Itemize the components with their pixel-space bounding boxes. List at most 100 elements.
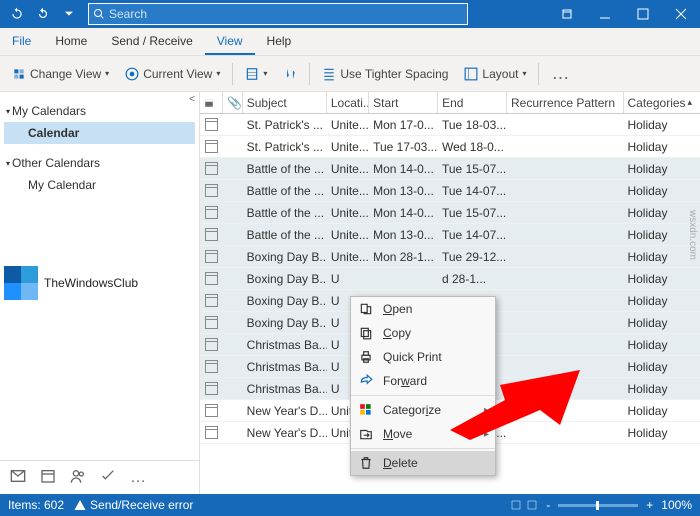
tasks-icon[interactable] — [100, 468, 116, 487]
sidebar-item-calendar[interactable]: Calendar — [4, 122, 195, 144]
mail-icon[interactable] — [10, 468, 26, 487]
row-attach — [223, 136, 242, 157]
search-placeholder: Search — [109, 7, 147, 21]
row-location: Unite... — [327, 246, 369, 267]
col-end[interactable]: End — [438, 92, 507, 113]
ctx-label: Open — [383, 302, 412, 316]
warning-icon — [74, 499, 86, 511]
collapse-pane-icon[interactable]: < — [189, 94, 195, 105]
col-categories[interactable]: Categories▴ — [624, 92, 700, 113]
row-subject: St. Patrick's ... — [243, 114, 327, 135]
reverse-button[interactable] — [277, 65, 303, 83]
ctx-move[interactable]: Move ▸ — [351, 422, 495, 446]
ctx-copy[interactable]: Copy — [351, 321, 495, 345]
row-attach — [223, 158, 242, 179]
row-subject: St. Patrick's ... — [243, 136, 327, 157]
row-recurrence — [507, 246, 624, 267]
sort-button[interactable]: ▾ — [239, 65, 273, 83]
current-view-label: Current View — [143, 67, 212, 81]
menu-help[interactable]: Help — [255, 28, 304, 55]
table-row[interactable]: Boxing Day B...Ud 28-1...Holiday — [200, 268, 700, 290]
col-start[interactable]: Start — [369, 92, 438, 113]
minimize-icon[interactable] — [586, 0, 624, 28]
menu-home[interactable]: Home — [43, 28, 99, 55]
ctx-forward[interactable]: Forward — [351, 369, 495, 393]
sidebar-group-my-calendars[interactable]: ▾ My Calendars — [4, 100, 195, 122]
menu-file[interactable]: File — [0, 28, 43, 55]
zoom-slider[interactable] — [558, 504, 638, 507]
col-icon[interactable] — [200, 92, 223, 113]
table-row[interactable]: St. Patrick's ...Unite...Tue 17-03...Wed… — [200, 136, 700, 158]
chevron-down-icon: ▾ — [522, 69, 526, 78]
ribbon-bar: Change View ▾ Current View ▾ ▾ Use Tight… — [0, 56, 700, 92]
chevron-down-icon: ▾ — [6, 107, 10, 116]
menu-view[interactable]: View — [205, 28, 255, 55]
logo-icon — [4, 266, 38, 300]
categorize-icon — [357, 403, 375, 417]
col-location[interactable]: Locati... — [327, 92, 369, 113]
search-box[interactable]: Search — [88, 3, 468, 25]
ribbon-display-icon[interactable] — [548, 0, 586, 28]
row-attach — [223, 268, 242, 289]
undo-icon[interactable] — [32, 3, 54, 25]
dropdown-icon[interactable] — [58, 3, 80, 25]
people-icon[interactable] — [70, 468, 86, 487]
row-subject: Boxing Day B... — [243, 246, 327, 267]
menu-send-receive[interactable]: Send / Receive — [99, 28, 204, 55]
row-subject: Christmas Ba... — [243, 378, 327, 399]
row-type-icon — [200, 114, 223, 135]
status-error[interactable]: Send/Receive error — [74, 498, 193, 512]
col-attachment-icon[interactable]: 📎 — [223, 92, 242, 113]
layout-button[interactable]: Layout ▾ — [458, 65, 532, 83]
navigation-bar: … — [0, 460, 199, 494]
sync-icon-2[interactable] — [526, 499, 538, 511]
row-attach — [223, 202, 242, 223]
col-subject[interactable]: Subject — [243, 92, 327, 113]
menu-bar: File Home Send / Receive View Help — [0, 28, 700, 56]
zoom-thumb[interactable] — [596, 501, 599, 510]
sidebar-item-my-calendar[interactable]: My Calendar — [4, 174, 195, 196]
sync-icon[interactable] — [510, 499, 522, 511]
more-commands-button[interactable]: … — [545, 63, 577, 84]
row-attach — [223, 114, 242, 135]
ctx-quick-print[interactable]: Quick Print — [351, 345, 495, 369]
ctx-delete[interactable]: Delete — [351, 451, 495, 475]
close-icon[interactable] — [662, 0, 700, 28]
row-recurrence — [507, 202, 624, 223]
table-row[interactable]: St. Patrick's ...Unite...Mon 17-0...Tue … — [200, 114, 700, 136]
table-row[interactable]: Battle of the ...Unite...Mon 14-0...Tue … — [200, 202, 700, 224]
ctx-categorize[interactable]: Categorize ▸ — [351, 398, 495, 422]
table-row[interactable]: Battle of the ...Unite...Mon 13-0...Tue … — [200, 224, 700, 246]
row-category: Holiday — [623, 378, 700, 399]
divider — [232, 63, 233, 85]
row-recurrence — [507, 334, 624, 355]
ctx-open[interactable]: Open — [351, 297, 495, 321]
table-row[interactable]: Battle of the ...Unite...Mon 13-0...Tue … — [200, 180, 700, 202]
row-attach — [223, 422, 242, 443]
col-recurrence[interactable]: Recurrence Pattern — [507, 92, 623, 113]
tighter-spacing-button[interactable]: Use Tighter Spacing — [316, 65, 454, 83]
change-view-button[interactable]: Change View ▾ — [6, 65, 115, 83]
table-row[interactable]: Battle of the ...Unite...Mon 14-0...Tue … — [200, 158, 700, 180]
delete-icon — [357, 456, 375, 470]
chevron-down-icon: ▾ — [6, 159, 10, 168]
row-recurrence — [507, 312, 624, 333]
calendar-icon[interactable] — [40, 468, 56, 487]
sidebar-item-label: Calendar — [28, 126, 79, 140]
row-attach — [223, 334, 242, 355]
row-recurrence — [507, 290, 624, 311]
row-location: Unite... — [327, 136, 369, 157]
row-type-icon — [200, 202, 223, 223]
row-location: Unite... — [327, 224, 369, 245]
refresh-icon[interactable] — [6, 3, 28, 25]
current-view-button[interactable]: Current View ▾ — [119, 65, 226, 83]
forward-icon — [357, 374, 375, 388]
maximize-icon[interactable] — [624, 0, 662, 28]
row-attach — [223, 356, 242, 377]
row-location: U — [327, 268, 369, 289]
sidebar-group-other-calendars[interactable]: ▾ Other Calendars — [4, 152, 195, 174]
row-location: Unite... — [327, 180, 369, 201]
table-row[interactable]: Boxing Day B...Unite...Mon 28-1...Tue 29… — [200, 246, 700, 268]
group-label: My Calendars — [12, 104, 86, 118]
more-nav-icon[interactable]: … — [130, 469, 146, 487]
